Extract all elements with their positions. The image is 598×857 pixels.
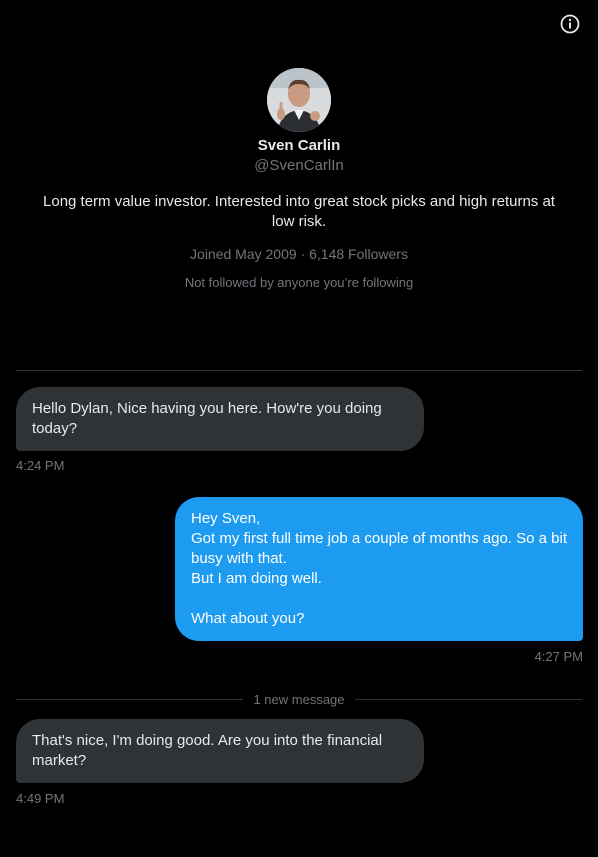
- divider-line: [354, 698, 582, 700]
- followers-count[interactable]: 6,148 Followers: [309, 246, 408, 262]
- message-timestamp: 4:49 PM: [16, 791, 65, 806]
- profile-bio: Long term value investor. Interested int…: [43, 193, 555, 230]
- info-circle-icon: [560, 14, 580, 34]
- message-timestamp: 4:27 PM: [534, 649, 583, 664]
- profile-meta: Joined May 2009 · 6,148 Followers: [0, 244, 598, 264]
- message-bubble-sent[interactable]: Hey Sven, Got my first full time job a c…: [175, 497, 583, 641]
- profile-name[interactable]: Sven Carlin: [0, 136, 598, 156]
- new-message-label: 1 new message: [253, 691, 345, 707]
- message-bubble-received[interactable]: That's nice, I'm doing good. Are you int…: [16, 719, 424, 783]
- meta-separator: ·: [300, 246, 306, 262]
- profile-header: Sven Carlin @SvenCarlIn Long term value …: [0, 68, 598, 292]
- profile-handle: @SvenCarlIn: [254, 157, 344, 174]
- conversation-info-button[interactable]: [558, 12, 582, 36]
- joined-date: Joined May 2009: [190, 246, 297, 262]
- message-timestamp: 4:24 PM: [16, 458, 65, 473]
- divider-line: [16, 698, 244, 700]
- new-message-divider: 1 new message: [16, 689, 582, 709]
- followed-by-note: Not followed by anyone you’re following: [184, 275, 414, 290]
- avatar[interactable]: [267, 68, 331, 132]
- message-bubble-received[interactable]: Hello Dylan, Nice having you here. How'r…: [16, 387, 424, 451]
- profile-divider: [16, 370, 582, 371]
